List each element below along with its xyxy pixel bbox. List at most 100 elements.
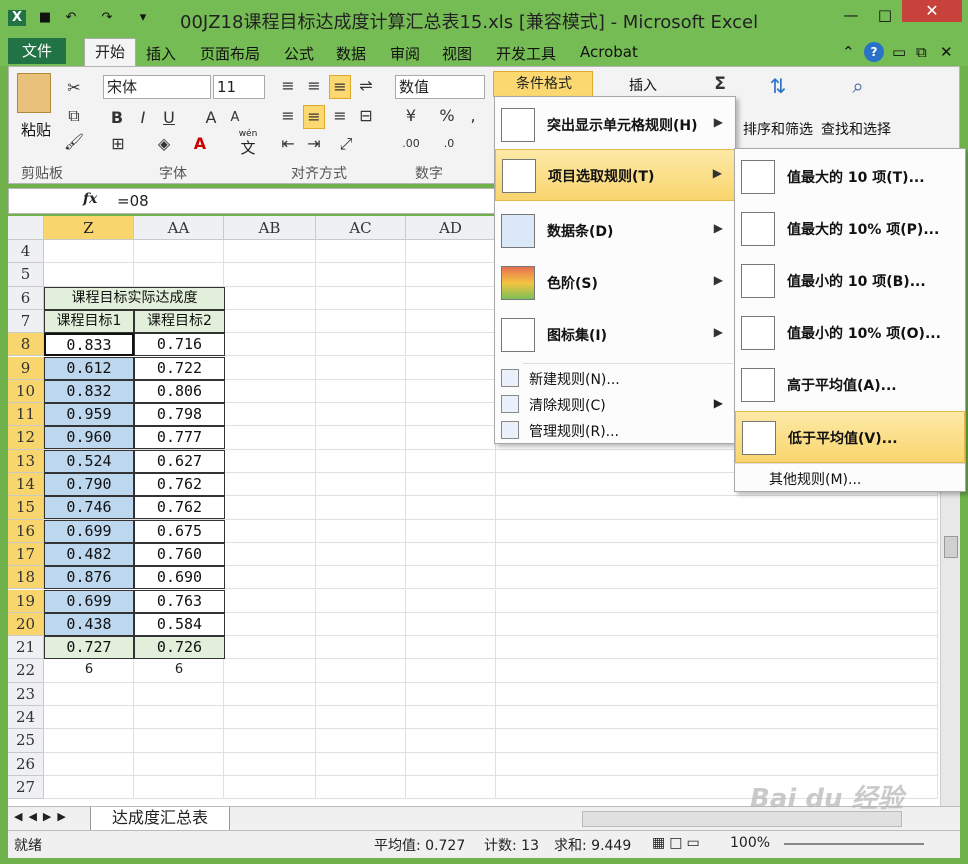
table-cell[interactable]: 0.482 [44, 542, 134, 566]
tab-formulas[interactable]: 公式 [284, 43, 314, 64]
undo-icon[interactable]: ↶ [62, 10, 80, 26]
grid-cell[interactable] [496, 566, 938, 590]
grid-cell[interactable] [44, 775, 134, 800]
grid-cell[interactable] [406, 379, 496, 404]
menu-item-new-rule[interactable]: 新建规则(N)... [495, 365, 735, 391]
row-header[interactable]: 20 [8, 612, 44, 637]
grid-cell[interactable] [316, 426, 406, 450]
row-header[interactable]: 4 [8, 240, 44, 264]
menu-item-more-rules[interactable]: 其他规则(M)... [735, 465, 965, 491]
grid-cell[interactable] [316, 752, 406, 776]
grid-cell[interactable] [134, 263, 224, 287]
grid-cell[interactable] [224, 566, 316, 590]
grid-cell[interactable] [406, 426, 496, 450]
grid-cell[interactable] [224, 263, 316, 287]
grow-font-icon[interactable]: A [201, 107, 221, 129]
grid-cell[interactable] [224, 519, 316, 543]
save-icon[interactable]: ■ [36, 10, 54, 26]
tab-home[interactable]: 开始 [84, 38, 136, 66]
row-header[interactable]: 11 [8, 403, 44, 427]
table-cell[interactable]: 0.690 [134, 566, 225, 590]
grid-cell[interactable] [224, 542, 316, 567]
row-header[interactable]: 21 [8, 636, 44, 660]
grid-cell[interactable] [406, 682, 496, 706]
fx-icon[interactable]: fx [83, 191, 97, 207]
grid-cell[interactable] [224, 729, 316, 753]
grid-cell[interactable] [316, 682, 406, 706]
table-cell[interactable]: 0.716 [134, 333, 225, 357]
count-cell[interactable]: 6 [134, 662, 224, 677]
font-size-select[interactable]: 11 [213, 75, 265, 99]
increase-decimal-icon[interactable]: .00 [399, 133, 423, 155]
grid-cell[interactable] [406, 659, 496, 683]
table-cell[interactable]: 0.762 [134, 473, 225, 496]
row-header[interactable]: 10 [8, 379, 44, 404]
grid-cell[interactable] [224, 612, 316, 637]
table-cell[interactable]: 0.832 [44, 379, 134, 403]
cut-icon[interactable]: ✂ [63, 77, 85, 99]
grid-cell[interactable] [496, 612, 938, 637]
grid-cell[interactable] [406, 333, 496, 357]
grid-cell[interactable] [316, 589, 406, 613]
collapse-ribbon-icon[interactable]: ⌃ [842, 43, 855, 61]
grid-cell[interactable] [496, 496, 938, 520]
table-cell[interactable]: 0.699 [44, 519, 134, 543]
menu-item-manage-rules[interactable]: 管理规则(R)... [495, 417, 735, 443]
table-cell[interactable]: 0.798 [134, 403, 225, 427]
format-painter-icon[interactable]: 🖌 [63, 131, 85, 153]
table-cell[interactable]: 0.746 [44, 496, 134, 520]
grid-cell[interactable] [224, 426, 316, 450]
find-select-button[interactable]: 查找和选择 [821, 119, 891, 139]
row-header[interactable]: 23 [8, 682, 44, 706]
grid-cell[interactable] [224, 636, 316, 660]
menu-item-bottom-10-percent[interactable]: 值最小的 10% 项(O)... [735, 307, 965, 359]
menu-item-data-bars[interactable]: 数据条(D) ▶ [495, 205, 735, 257]
table-cell[interactable]: 0.960 [44, 426, 134, 450]
row-header[interactable]: 17 [8, 542, 44, 567]
grid-cell[interactable] [316, 612, 406, 637]
paste-button[interactable]: 粘贴 [21, 119, 51, 140]
grid-cell[interactable] [406, 729, 496, 753]
grid-cell[interactable] [224, 379, 316, 404]
grid-cell[interactable] [134, 706, 224, 730]
grid-cell[interactable] [224, 403, 316, 427]
bold-button[interactable]: B [107, 107, 127, 129]
row-header[interactable]: 7 [8, 309, 44, 334]
row-header[interactable]: 26 [8, 752, 44, 776]
grid-cell[interactable] [224, 286, 316, 310]
wrap-text-icon[interactable]: ⇌ [355, 75, 377, 97]
tab-review[interactable]: 审阅 [390, 43, 420, 64]
grid-cell[interactable] [406, 356, 496, 380]
average-cell[interactable]: 0.727 [44, 636, 134, 660]
align-top-icon[interactable]: ≡ [277, 75, 299, 97]
table-cell[interactable]: 0.584 [134, 612, 225, 636]
column-header-z[interactable]: Z [44, 216, 134, 240]
table-cell[interactable]: 0.524 [44, 449, 134, 473]
italic-button[interactable]: I [133, 107, 153, 129]
table-cell[interactable]: 0.777 [134, 426, 225, 450]
table-cell[interactable]: 0.612 [44, 356, 134, 380]
grid-cell[interactable] [224, 752, 316, 776]
row-header[interactable]: 25 [8, 729, 44, 753]
grid-cell[interactable] [224, 589, 316, 613]
grid-cell[interactable] [496, 706, 938, 730]
table-cell[interactable]: 0.699 [44, 589, 134, 613]
maximize-icon[interactable]: □ [872, 4, 898, 26]
menu-item-top-10[interactable]: 值最大的 10 项(T)... [735, 151, 965, 203]
grid-cell[interactable] [406, 403, 496, 427]
grid-cell[interactable] [316, 496, 406, 520]
grid-cell[interactable] [44, 240, 134, 264]
grid-cell[interactable] [134, 729, 224, 753]
comma-icon[interactable]: , [463, 105, 483, 127]
find-select-icon[interactable]: ⌕ [843, 75, 873, 111]
minimize-icon[interactable]: — [838, 4, 864, 26]
table-cell[interactable]: 0.762 [134, 496, 225, 520]
align-middle-icon[interactable]: ≡ [303, 75, 325, 97]
sort-filter-button[interactable]: 排序和筛选 [743, 119, 813, 139]
grid-cell[interactable] [406, 519, 496, 543]
table-cell[interactable]: 0.959 [44, 403, 134, 427]
grid-cell[interactable] [406, 240, 496, 264]
grid-cell[interactable] [406, 309, 496, 334]
copy-icon[interactable]: ⧉ [63, 105, 85, 127]
row-header[interactable]: 14 [8, 473, 44, 497]
